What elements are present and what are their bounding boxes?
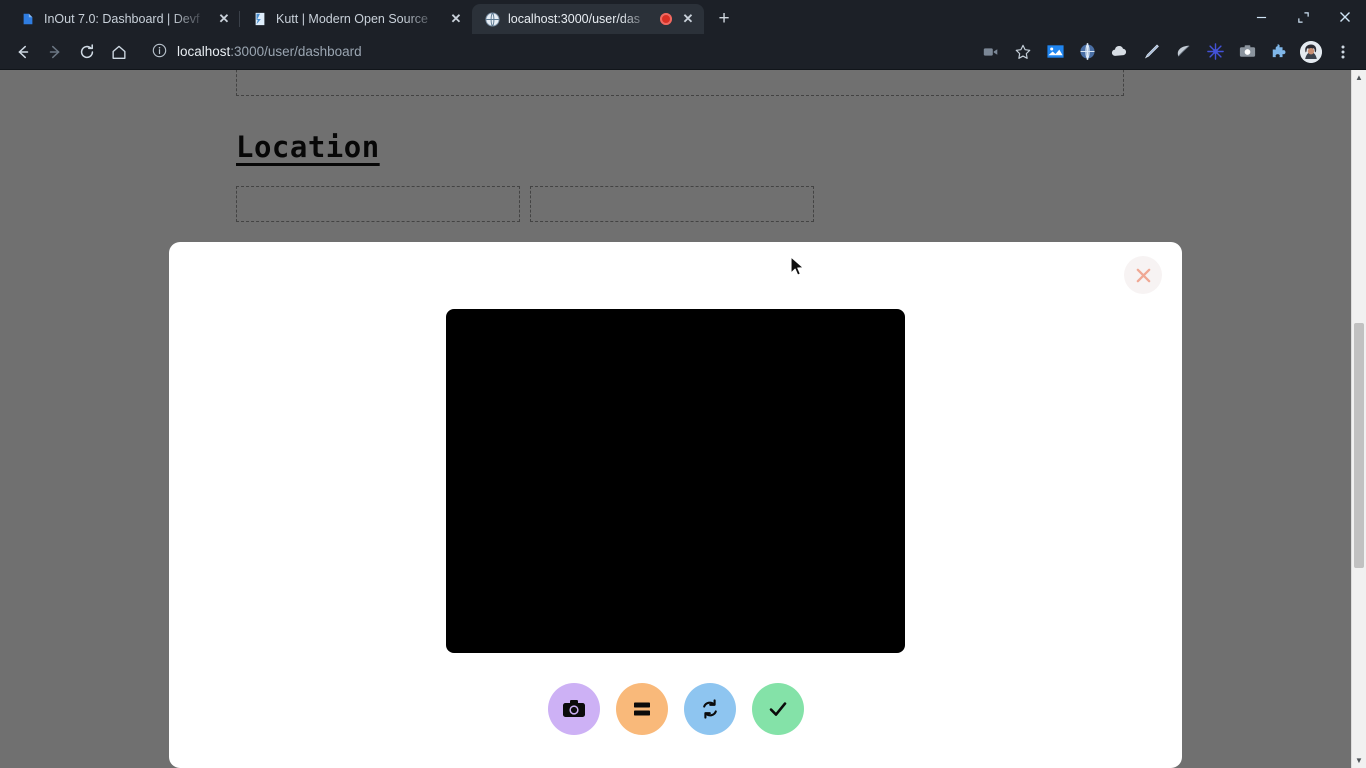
forward-button[interactable] bbox=[40, 37, 70, 67]
scrollbar-thumb[interactable] bbox=[1354, 323, 1364, 568]
tab-strip: InOut 7.0: Dashboard | Devf ✕ Kutt | Mod… bbox=[0, 0, 1366, 34]
leaf-extension-icon[interactable] bbox=[1168, 37, 1198, 67]
browser-tab-2-title: Kutt | Modern Open Source bbox=[276, 12, 428, 26]
camera-preview-video[interactable] bbox=[446, 309, 905, 653]
close-modal-button[interactable] bbox=[1124, 256, 1162, 294]
snowflake-extension-icon[interactable] bbox=[1200, 37, 1230, 67]
address-bar[interactable]: localhost:3000/user/dashboard bbox=[146, 38, 966, 66]
tab-recording-indicator-icon bbox=[660, 13, 672, 25]
chrome-menu-icon[interactable] bbox=[1328, 37, 1358, 67]
gallery-button[interactable] bbox=[615, 683, 668, 735]
toolbar-icons bbox=[976, 37, 1358, 67]
restore-window-button[interactable] bbox=[1282, 0, 1324, 34]
address-bar-text: localhost:3000/user/dashboard bbox=[177, 44, 362, 59]
video-camera-icon[interactable] bbox=[976, 37, 1006, 67]
browser-tab-2[interactable]: Kutt | Modern Open Source ✕ bbox=[239, 4, 472, 34]
capture-photo-button[interactable] bbox=[547, 683, 600, 735]
check-icon bbox=[769, 702, 786, 716]
camera-capture-modal bbox=[169, 242, 1182, 768]
modal-action-buttons bbox=[169, 683, 1182, 735]
document-blue-icon bbox=[20, 11, 36, 27]
home-button[interactable] bbox=[104, 37, 134, 67]
camera-icon bbox=[562, 700, 585, 717]
pen-extension-icon[interactable] bbox=[1136, 37, 1166, 67]
browser-window: InOut 7.0: Dashboard | Devf ✕ Kutt | Mod… bbox=[0, 0, 1366, 768]
page-viewport: Location Paul Graham Hackers and Painter… bbox=[0, 70, 1366, 768]
reload-button[interactable] bbox=[72, 37, 102, 67]
confirm-button[interactable] bbox=[751, 683, 804, 735]
puzzle-extensions-icon[interactable] bbox=[1264, 37, 1294, 67]
address-host: localhost bbox=[177, 44, 231, 59]
image-extension-icon[interactable] bbox=[1040, 37, 1070, 67]
browser-tab-3[interactable]: localhost:3000/user/das ✕ bbox=[472, 4, 704, 34]
profile-avatar[interactable] bbox=[1296, 37, 1326, 67]
cloud-extension-icon[interactable] bbox=[1104, 37, 1134, 67]
browser-tab-3-close[interactable]: ✕ bbox=[680, 11, 696, 27]
minimize-window-button[interactable] bbox=[1240, 0, 1282, 34]
globe-extension-icon[interactable] bbox=[1072, 37, 1102, 67]
camera-extension-icon[interactable] bbox=[1232, 37, 1262, 67]
close-window-button[interactable] bbox=[1324, 0, 1366, 34]
scroll-up-arrow-icon[interactable]: ▲ bbox=[1352, 70, 1366, 85]
browser-toolbar: localhost:3000/user/dashboard bbox=[0, 34, 1366, 70]
scroll-down-arrow-icon[interactable]: ▼ bbox=[1352, 753, 1366, 768]
browser-tab-3-title: localhost:3000/user/das bbox=[508, 12, 641, 26]
address-path: :3000/user/dashboard bbox=[230, 44, 362, 59]
browser-tab-1[interactable]: InOut 7.0: Dashboard | Devf ✕ bbox=[8, 4, 240, 34]
list-bars-icon bbox=[633, 702, 650, 716]
browser-tab-2-close[interactable]: ✕ bbox=[448, 11, 464, 27]
browser-tab-1-title: InOut 7.0: Dashboard | Devf bbox=[44, 12, 200, 26]
window-controls bbox=[1240, 0, 1366, 34]
new-tab-button[interactable]: + bbox=[710, 4, 738, 32]
globe-icon bbox=[484, 11, 500, 27]
switch-camera-button[interactable] bbox=[683, 683, 736, 735]
kutt-icon bbox=[252, 11, 268, 27]
info-circle-icon[interactable] bbox=[152, 43, 167, 61]
back-button[interactable] bbox=[8, 37, 38, 67]
browser-tab-1-close[interactable]: ✕ bbox=[216, 11, 232, 27]
refresh-switch-icon bbox=[702, 699, 717, 719]
page-scrollbar[interactable]: ▲ ▼ bbox=[1351, 70, 1366, 768]
bookmark-star-icon[interactable] bbox=[1008, 37, 1038, 67]
